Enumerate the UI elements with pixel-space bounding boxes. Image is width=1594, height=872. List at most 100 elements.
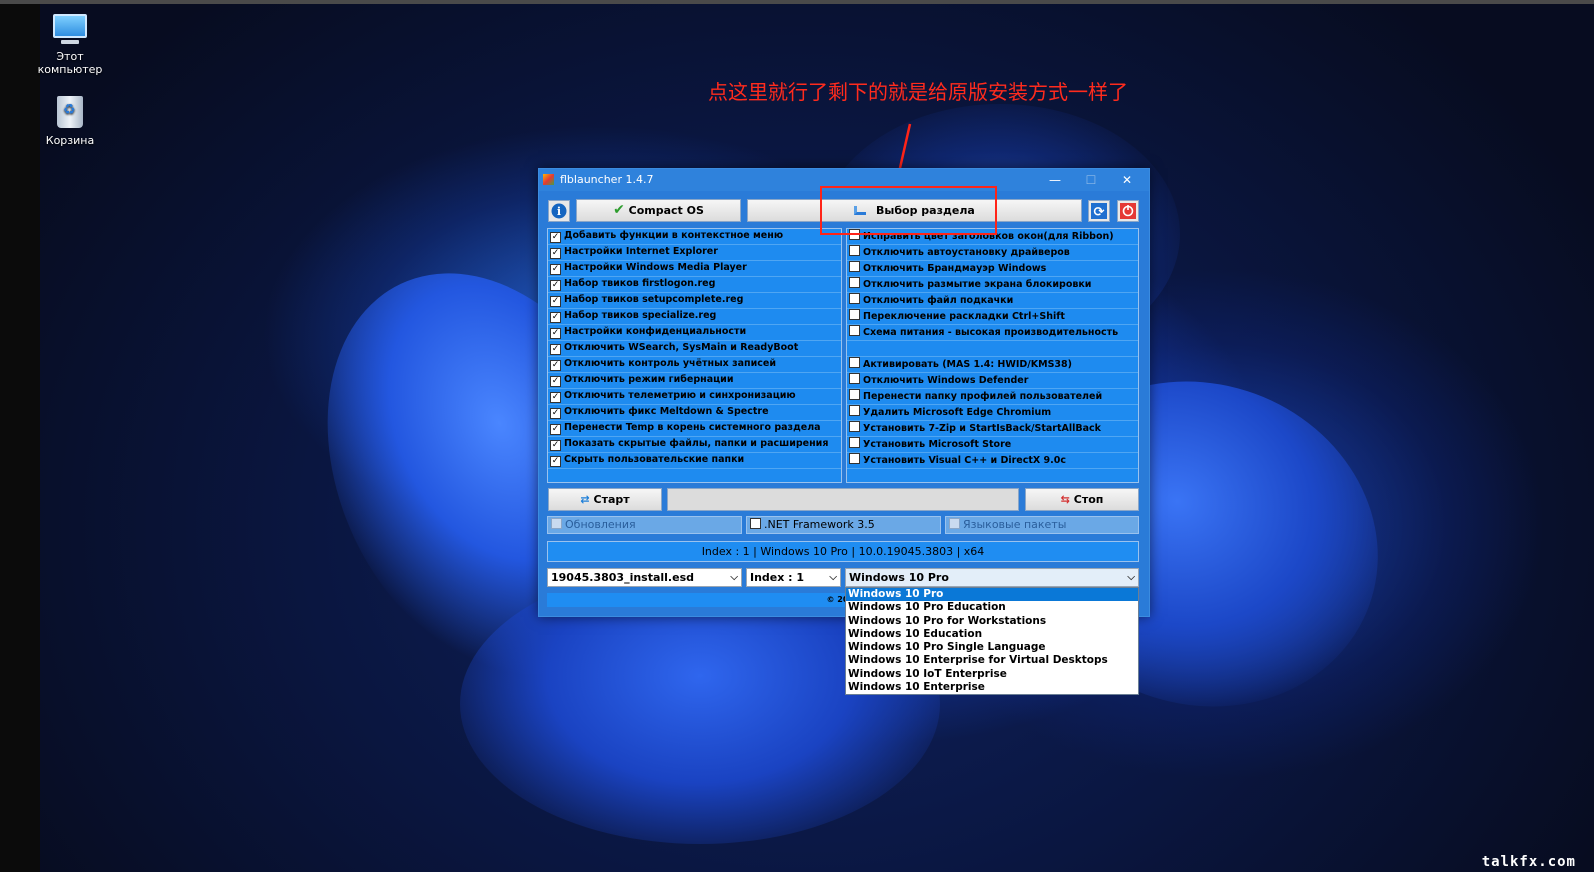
option-row[interactable]: ✓ Скрыть пользовательские папки <box>548 453 841 469</box>
desktop-icon-recycle-bin[interactable]: Корзина <box>35 96 105 147</box>
compact-os-button[interactable]: ✔ Compact OS <box>576 199 741 222</box>
option-checkbox[interactable] <box>849 405 860 416</box>
option-label: Установить 7-Zip и StartIsBack/StartAllB… <box>863 423 1101 434</box>
option-checkbox[interactable] <box>849 389 860 400</box>
edition-option[interactable]: Windows 10 Pro for Workstations <box>846 615 1138 628</box>
option-checkbox[interactable]: ✓ <box>550 440 561 451</box>
option-checkbox[interactable]: ✓ <box>550 312 561 323</box>
right-options-panel: Исправить цвет заголовков окон(для Ribbo… <box>846 228 1139 483</box>
option-row[interactable]: Установить 7-Zip и StartIsBack/StartAllB… <box>847 421 1138 437</box>
option-checkbox[interactable] <box>849 277 860 288</box>
option-checkbox[interactable]: ✓ <box>550 392 561 403</box>
edition-option[interactable]: Windows 10 Enterprise <box>846 681 1138 694</box>
updates-checkbox[interactable] <box>551 518 562 529</box>
image-info-bar: Index : 1 | Windows 10 Pro | 10.0.19045.… <box>547 541 1139 562</box>
refresh-icon: ⟳ <box>1091 203 1107 220</box>
stop-button[interactable]: ⇆ Стоп <box>1025 488 1139 511</box>
option-checkbox[interactable]: ✓ <box>550 344 561 355</box>
option-row[interactable]: ✓ Набор твиков specialize.reg <box>548 309 841 325</box>
option-row[interactable]: ✓ Отключить контроль учётных записей <box>548 357 841 373</box>
option-row[interactable]: ✓ Отключить WSearch, SysMain и ReadyBoot <box>548 341 841 357</box>
option-row[interactable]: ✓ Добавить функции в контекстное меню <box>548 229 841 245</box>
edition-option[interactable]: Windows 10 Pro Education <box>846 601 1138 614</box>
option-row[interactable]: Отключить размытие экрана блокировки <box>847 277 1138 293</box>
option-row[interactable]: ✓ Настройки конфиденциальности <box>548 325 841 341</box>
option-row[interactable]: Отключить Windows Defender <box>847 373 1138 389</box>
option-checkbox[interactable] <box>849 261 860 272</box>
option-row[interactable]: Переключение раскладки Ctrl+Shift <box>847 309 1138 325</box>
option-checkbox[interactable] <box>849 245 860 256</box>
edition-select[interactable]: Windows 10 Pro ⌵ <box>845 568 1139 587</box>
option-row[interactable]: ✓ Показать скрытые файлы, папки и расшире… <box>548 437 841 453</box>
option-label: Активировать (MAS 1.4: HWID/KMS38) <box>863 359 1072 370</box>
option-label: Настройки конфиденциальности <box>564 326 747 337</box>
maximize-button[interactable]: ☐ <box>1077 171 1105 189</box>
image-file-select[interactable]: 19045.3803_install.esd ⌵ <box>547 568 742 587</box>
refresh-button[interactable]: ⟳ <box>1088 200 1110 222</box>
option-checkbox[interactable]: ✓ <box>550 424 561 435</box>
option-row[interactable]: ✓ Набор твиков setupcomplete.reg <box>548 293 841 309</box>
option-label: Перенести Temp в корень системного разде… <box>564 422 821 433</box>
recycle-bin-icon <box>35 96 105 128</box>
close-button[interactable]: ✕ <box>1113 171 1141 189</box>
option-row[interactable]: ✓ Отключить фикс Meltdown & Spectre <box>548 405 841 421</box>
langpacks-checkbox[interactable] <box>949 518 960 529</box>
option-row[interactable]: ✓ Отключить режим гибернации <box>548 373 841 389</box>
option-row[interactable]: ✓ Отключить телеметрию и синхронизацию <box>548 389 841 405</box>
option-row <box>847 341 1138 357</box>
option-checkbox[interactable]: ✓ <box>550 280 561 291</box>
langpacks-option[interactable]: Языковые пакеты <box>945 516 1139 534</box>
power-button[interactable] <box>1117 200 1139 222</box>
option-row[interactable]: Отключить автоустановку драйверов <box>847 245 1138 261</box>
option-row[interactable]: Отключить Брандмауэр Windows <box>847 261 1138 277</box>
option-checkbox[interactable]: ✓ <box>550 456 561 467</box>
option-checkbox[interactable] <box>849 421 860 432</box>
option-label: Набор твиков specialize.reg <box>564 310 717 321</box>
start-label: Старт <box>593 493 630 506</box>
option-row[interactable]: Активировать (MAS 1.4: HWID/KMS38) <box>847 357 1138 373</box>
option-checkbox[interactable]: ✓ <box>550 232 561 243</box>
option-checkbox[interactable]: ✓ <box>550 408 561 419</box>
option-row[interactable]: ✓ Настройки Windows Media Player <box>548 261 841 277</box>
edition-dropdown-list: Windows 10 Pro Windows 10 Pro Education Wi… <box>845 587 1139 695</box>
edition-option[interactable]: Windows 10 Education <box>846 628 1138 641</box>
option-row[interactable]: Удалить Microsoft Edge Chromium <box>847 405 1138 421</box>
edition-option[interactable]: Windows 10 IoT Enterprise <box>846 668 1138 681</box>
option-label: Отключить Брандмауэр Windows <box>863 263 1047 274</box>
option-checkbox[interactable] <box>849 453 860 464</box>
edition-option[interactable]: Windows 10 Pro Single Language <box>846 641 1138 654</box>
option-checkbox[interactable] <box>849 373 860 384</box>
netfx-option[interactable]: .NET Framework 3.5 <box>746 516 941 534</box>
option-row[interactable]: Схема питания - высокая производительнос… <box>847 325 1138 341</box>
index-select[interactable]: Index : 1 ⌵ <box>746 568 841 587</box>
option-row[interactable]: Отключить файл подкачки <box>847 293 1138 309</box>
option-checkbox[interactable] <box>849 325 860 336</box>
option-label: Настройки Internet Explorer <box>564 246 718 257</box>
option-row[interactable]: Установить Microsoft Store <box>847 437 1138 453</box>
option-checkbox[interactable]: ✓ <box>550 376 561 387</box>
minimize-button[interactable]: — <box>1041 171 1069 189</box>
option-checkbox[interactable]: ✓ <box>550 248 561 259</box>
start-button[interactable]: ⇄ Старт <box>548 488 662 511</box>
option-checkbox[interactable]: ✓ <box>550 328 561 339</box>
compact-os-label: Compact OS <box>628 204 704 217</box>
option-checkbox[interactable] <box>849 309 860 320</box>
option-checkbox[interactable]: ✓ <box>550 360 561 371</box>
edition-option[interactable]: Windows 10 Enterprise for Virtual Deskto… <box>846 654 1138 667</box>
desktop-icon-this-pc[interactable]: Этот компьютер <box>35 14 105 76</box>
option-checkbox[interactable] <box>849 293 860 304</box>
option-checkbox[interactable]: ✓ <box>550 264 561 275</box>
option-row[interactable]: ✓ Набор твиков firstlogon.reg <box>548 277 841 293</box>
option-row[interactable]: ✓ Настройки Internet Explorer <box>548 245 841 261</box>
option-checkbox[interactable]: ✓ <box>550 296 561 307</box>
option-checkbox[interactable] <box>849 357 860 368</box>
edition-option[interactable]: Windows 10 Pro <box>846 588 1138 602</box>
option-row[interactable]: Установить Visual C++ и DirectX 9.0c <box>847 453 1138 469</box>
option-row[interactable]: ✓ Перенести Temp в корень системного разд… <box>548 421 841 437</box>
info-button[interactable]: i <box>548 200 570 222</box>
updates-option[interactable]: Обновления <box>547 516 742 534</box>
netfx-checkbox[interactable] <box>750 518 761 529</box>
option-row[interactable]: Перенести папку профилей пользователей <box>847 389 1138 405</box>
edition-value: Windows 10 Pro <box>849 571 949 584</box>
option-checkbox[interactable] <box>849 437 860 448</box>
